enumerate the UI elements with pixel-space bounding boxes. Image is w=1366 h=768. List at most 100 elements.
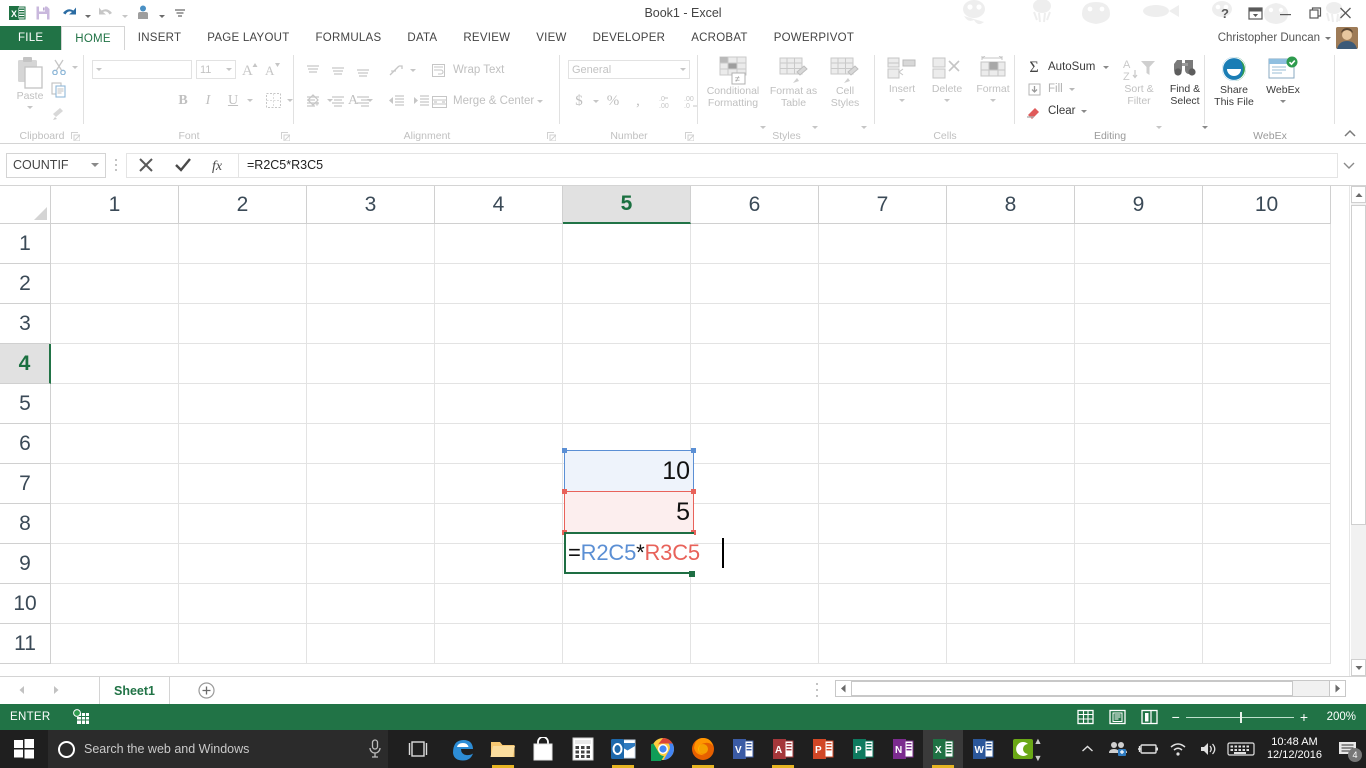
vertical-scroll-thumb[interactable] (1351, 205, 1366, 525)
calculator-icon[interactable] (563, 730, 603, 768)
insert-function-button[interactable]: fx (201, 153, 238, 178)
redo-icon[interactable] (93, 1, 119, 25)
percent-format-icon[interactable]: % (602, 91, 624, 112)
undo-dropdown-icon[interactable] (82, 1, 93, 25)
increase-font-size-icon[interactable]: A (240, 58, 262, 79)
select-all-button[interactable] (0, 186, 51, 224)
column-header-10[interactable]: 10 (1203, 186, 1331, 224)
restore-button[interactable] (1300, 1, 1330, 25)
column-header-7[interactable]: 7 (819, 186, 947, 224)
copy-icon[interactable] (48, 79, 70, 100)
cell-r5c8[interactable] (947, 384, 1075, 424)
row-headers[interactable]: 1 2 3 4 5 6 7 8 9 10 11 (0, 224, 51, 664)
ribbon-display-options-button[interactable] (1240, 1, 1270, 25)
cell-r6c9[interactable] (1075, 424, 1203, 464)
autosum-dropdown-icon[interactable] (1103, 66, 1110, 69)
clock[interactable]: 10:48 AM 12/12/2016 (1259, 736, 1330, 762)
cell-r3c8[interactable] (947, 304, 1075, 344)
column-header-6[interactable]: 6 (691, 186, 819, 224)
sheet-tab-bar[interactable]: Sheet1 (0, 676, 1366, 704)
column-header-2[interactable]: 2 (179, 186, 307, 224)
scroll-down-icon[interactable]: ▼ (1034, 753, 1043, 763)
cell-r2c1[interactable] (51, 264, 179, 304)
excel-icon[interactable]: X (923, 730, 963, 768)
cell-r7c2[interactable] (179, 464, 307, 504)
taskbar-overflow-arrows[interactable]: ▲ ▼ (1030, 730, 1046, 768)
cell-r1c7[interactable] (819, 224, 947, 264)
column-header-4[interactable]: 4 (435, 186, 563, 224)
name-box-dropdown-icon[interactable] (91, 163, 99, 167)
tab-file[interactable]: FILE (0, 26, 62, 50)
number-buttons[interactable]: $ % , .0.00 .00.0 (568, 91, 704, 112)
start-button[interactable] (0, 730, 48, 768)
window-controls[interactable]: ? (1210, 0, 1360, 26)
row-header-4[interactable]: 4 (0, 344, 51, 384)
zoom-slider-thumb[interactable] (1239, 711, 1242, 723)
cell-r1c8[interactable] (947, 224, 1075, 264)
enter-formula-button[interactable] (164, 153, 201, 178)
cell-r11c8[interactable] (947, 624, 1075, 664)
cell-styles-dropdown-icon[interactable] (861, 126, 867, 129)
delete-cells-button[interactable]: Delete (925, 56, 969, 102)
borders-icon[interactable] (262, 90, 284, 111)
horizontal-align-buttons[interactable] (302, 91, 432, 112)
notification-center-button[interactable]: 4 (1330, 730, 1366, 768)
status-bar[interactable]: ENTER − + 200% (0, 704, 1366, 730)
cell-r2c6[interactable] (691, 264, 819, 304)
cell-r2c8[interactable] (947, 264, 1075, 304)
avatar[interactable] (1336, 27, 1358, 49)
cell-r2c10[interactable] (1203, 264, 1331, 304)
cell-r9c10[interactable] (1203, 544, 1331, 584)
row-header-8[interactable]: 8 (0, 504, 51, 544)
font-name-dropdown-icon[interactable] (96, 68, 102, 71)
row-header-1[interactable]: 1 (0, 224, 51, 264)
search-box[interactable]: Search the web and Windows (48, 730, 388, 768)
zoom-slider-track[interactable] (1185, 711, 1294, 723)
vertical-scrollbar[interactable] (1349, 186, 1366, 676)
cell-r7c8[interactable] (947, 464, 1075, 504)
font-dialog-launcher-icon[interactable] (281, 132, 290, 141)
file-explorer-icon[interactable] (483, 730, 523, 768)
task-view-icon[interactable] (398, 730, 438, 768)
row-header-9[interactable]: 9 (0, 544, 51, 584)
tab-data[interactable]: DATA (394, 26, 450, 50)
cell-r4c8[interactable] (947, 344, 1075, 384)
cell-r10c1[interactable] (51, 584, 179, 624)
row-header-6[interactable]: 6 (0, 424, 51, 464)
cell-r7c6[interactable] (691, 464, 819, 504)
status-bar-right[interactable]: − + 200% (1070, 704, 1360, 730)
previous-sheet-icon[interactable] (14, 681, 30, 699)
cell-r5c6[interactable] (691, 384, 819, 424)
powerpoint-icon[interactable]: P (803, 730, 843, 768)
horizontal-scroll-thumb[interactable] (849, 681, 1293, 696)
cell-r6c1[interactable] (51, 424, 179, 464)
battery-icon[interactable] (1133, 730, 1163, 768)
column-header-8[interactable]: 8 (947, 186, 1075, 224)
zoom-in-button[interactable]: + (1300, 709, 1308, 725)
align-right-icon[interactable] (352, 91, 374, 112)
cell-area[interactable] (51, 224, 1331, 664)
cell-r4c10[interactable] (1203, 344, 1331, 384)
underline-dropdown-icon[interactable] (247, 99, 253, 102)
webex-button[interactable]: WebEx (1261, 55, 1305, 103)
orientation-dropdown-icon[interactable] (410, 69, 416, 72)
cell-r10c10[interactable] (1203, 584, 1331, 624)
clear-button[interactable]: Clear (1023, 101, 1088, 122)
sheet-tab-sheet1[interactable]: Sheet1 (99, 677, 170, 704)
name-box[interactable]: COUNTIF (6, 152, 106, 178)
comma-format-icon[interactable]: , (627, 91, 649, 112)
chrome-icon[interactable] (643, 730, 683, 768)
font-size-combo[interactable]: 11 (196, 60, 236, 79)
cell-r10c4[interactable] (435, 584, 563, 624)
cell-r7c1[interactable] (51, 464, 179, 504)
cell-r5c9[interactable] (1075, 384, 1203, 424)
cell-r9c8[interactable] (947, 544, 1075, 584)
cell-r11c3[interactable] (307, 624, 435, 664)
cell-r9c1[interactable] (51, 544, 179, 584)
cut-icon[interactable] (48, 56, 70, 77)
format-cells-button[interactable]: Format (971, 56, 1015, 102)
tab-page-layout[interactable]: PAGE LAYOUT (194, 26, 302, 50)
touch-mode-dropdown-icon[interactable] (156, 1, 167, 25)
page-layout-view-icon[interactable] (1102, 704, 1134, 730)
cell-r8c2[interactable] (179, 504, 307, 544)
